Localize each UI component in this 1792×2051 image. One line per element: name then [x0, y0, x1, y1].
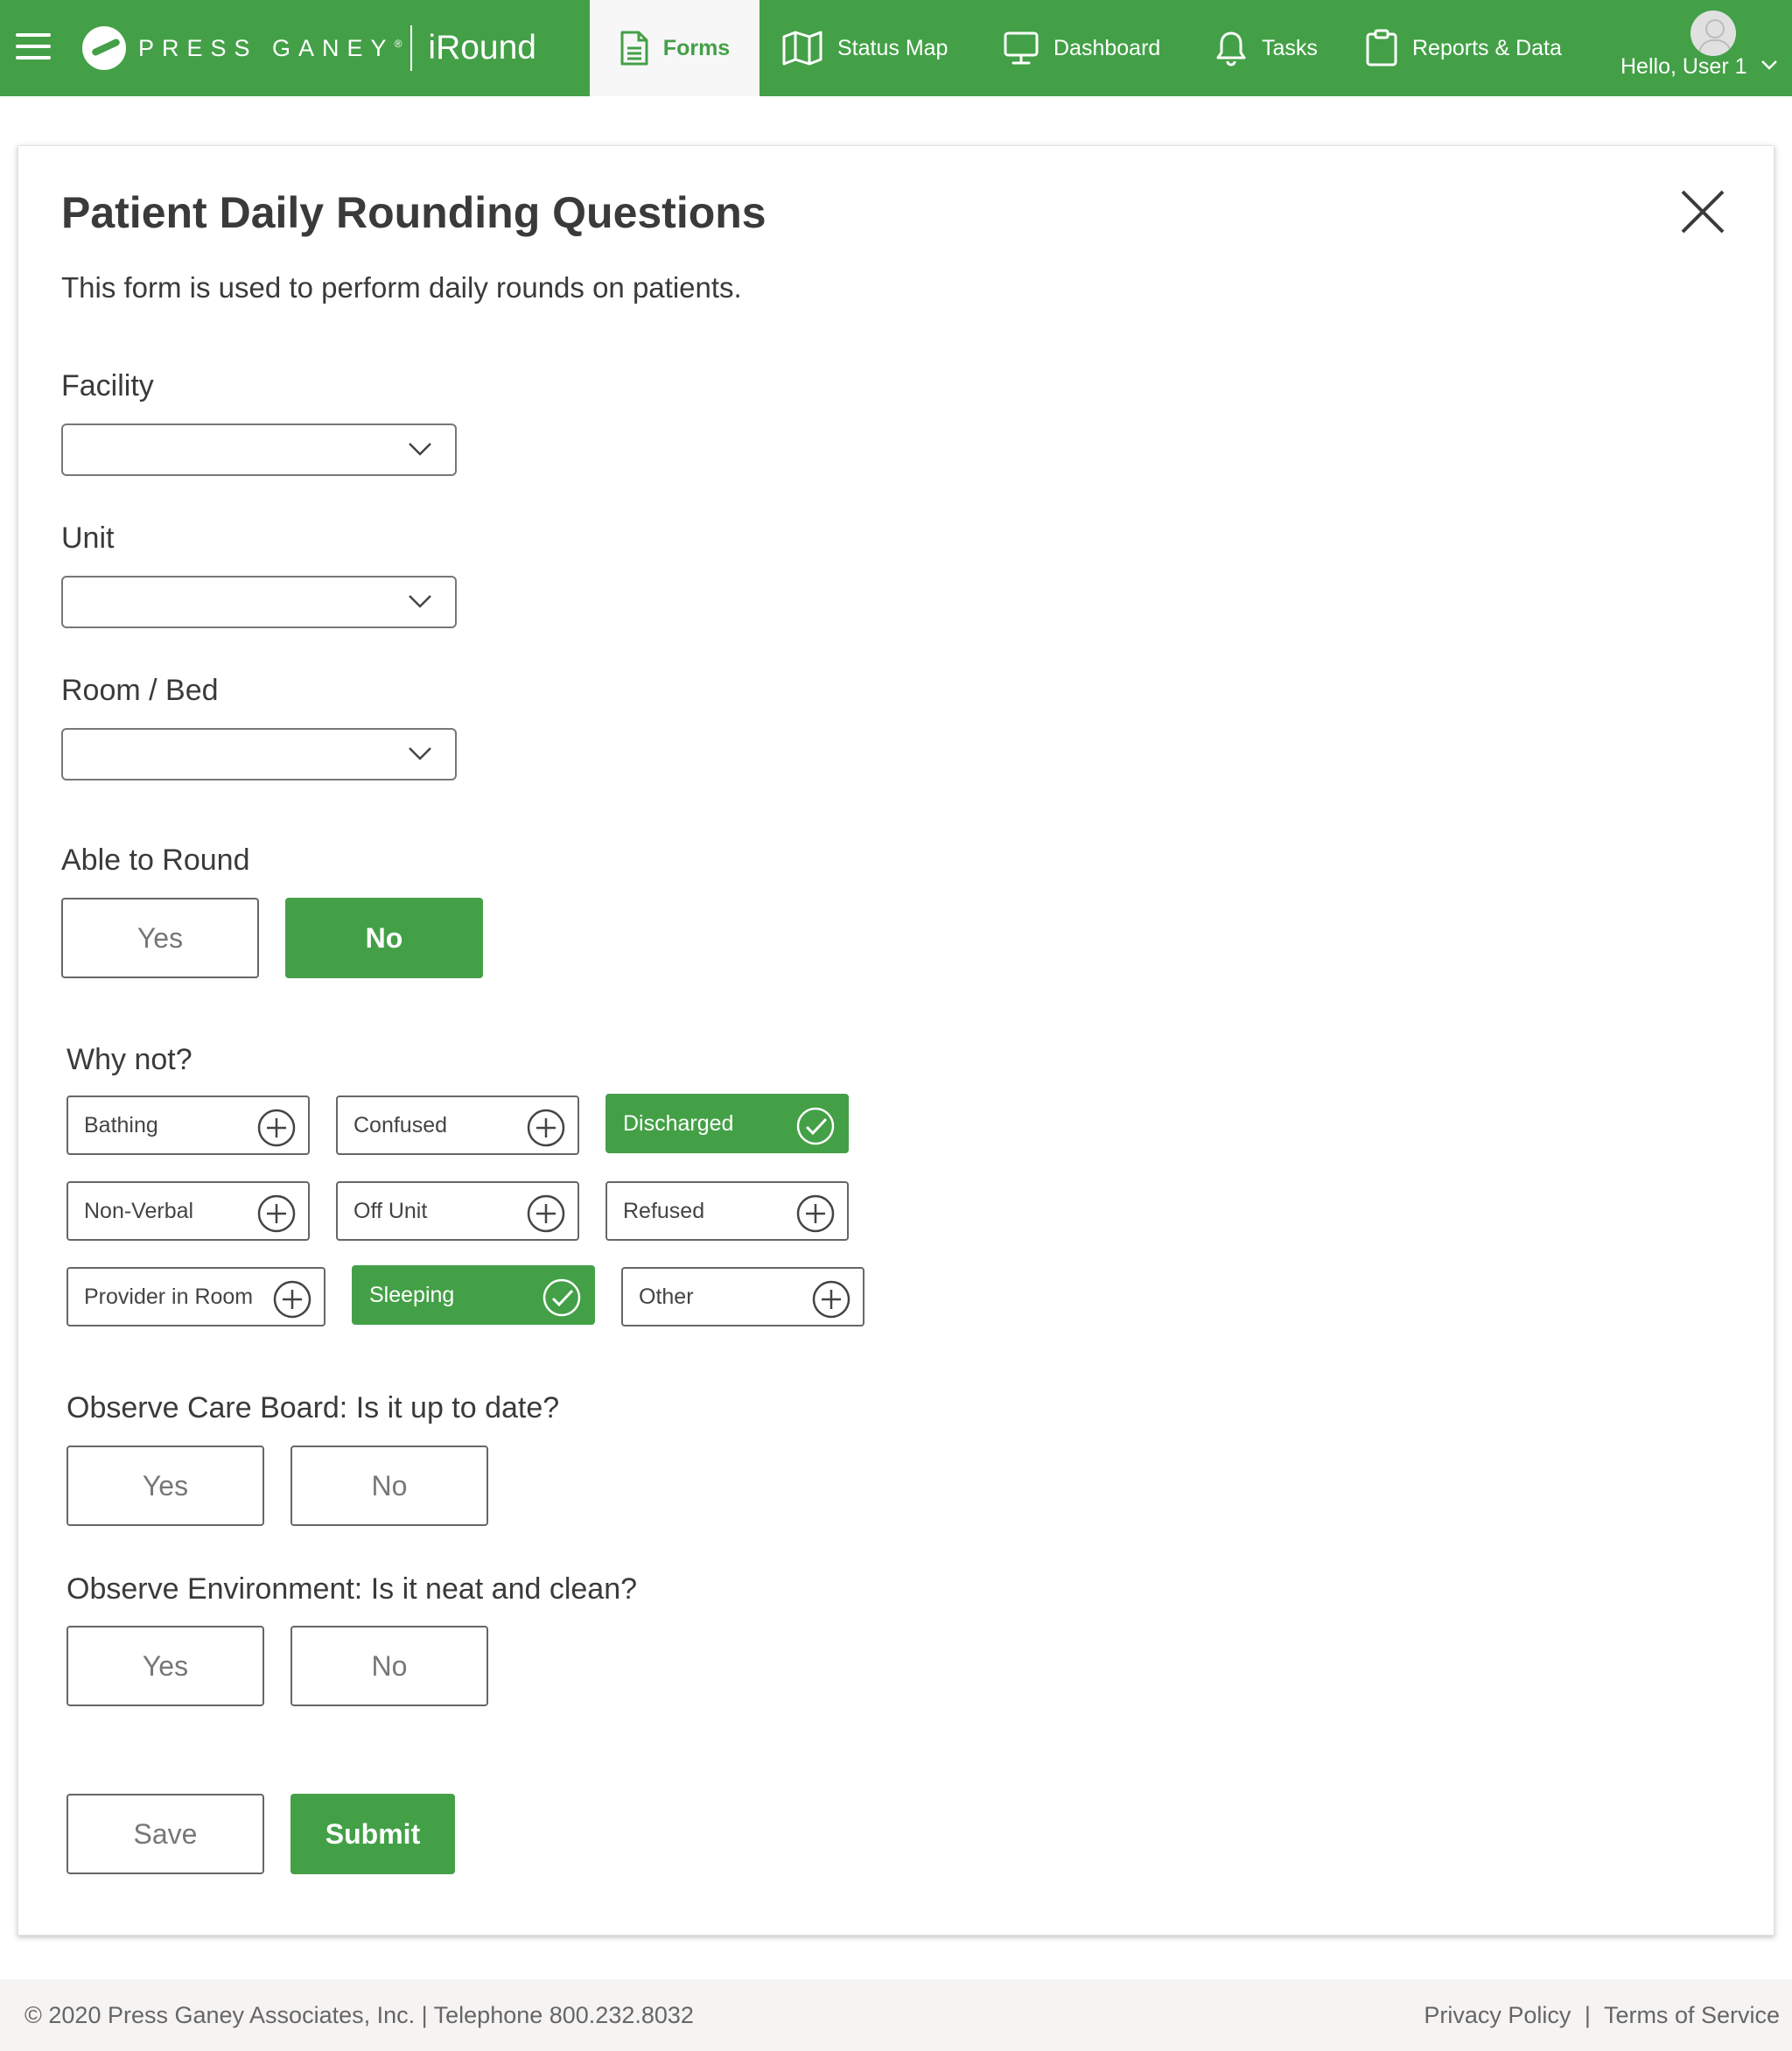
- chevron-down-icon: [409, 595, 431, 608]
- footer: © 2020 Press Ganey Associates, Inc. | Te…: [0, 1979, 1792, 2051]
- clipboard-icon: [1366, 29, 1397, 66]
- terms-of-service-link[interactable]: Terms of Service: [1604, 2002, 1780, 2028]
- add-circle-icon: [527, 1109, 565, 1147]
- close-icon[interactable]: [1680, 189, 1726, 234]
- nav-label: Reports & Data: [1412, 35, 1562, 60]
- nav-tab-dashboard[interactable]: Dashboard: [1003, 0, 1160, 96]
- user-menu[interactable]: Hello, User 1: [1620, 10, 1787, 89]
- unit-select[interactable]: [61, 576, 457, 628]
- user-greeting: Hello, User 1: [1620, 54, 1747, 79]
- nav-tab-tasks[interactable]: Tasks: [1214, 0, 1318, 96]
- room-bed-select[interactable]: [61, 728, 457, 780]
- able-to-round-no-button[interactable]: No: [285, 898, 483, 978]
- copyright-text: © 2020 Press Ganey Associates, Inc. | Te…: [24, 2002, 694, 2028]
- brand-name: PRESS GANEY®: [138, 34, 402, 61]
- chip-label: Discharged: [623, 1110, 734, 1136]
- facility-select[interactable]: [61, 424, 457, 476]
- room-bed-label: Room / Bed: [61, 674, 219, 707]
- logo-divider: [410, 25, 413, 71]
- nav-label: Dashboard: [1054, 35, 1161, 60]
- submit-button[interactable]: Submit: [290, 1794, 455, 1874]
- hamburger-menu-icon[interactable]: [16, 33, 51, 60]
- why-not-label: Why not?: [66, 1043, 192, 1076]
- reason-chip-refused[interactable]: Refused: [606, 1181, 849, 1241]
- press-ganey-mark-icon: [82, 26, 126, 70]
- reason-chip-off-unit[interactable]: Off Unit: [336, 1181, 579, 1241]
- footer-links: Privacy Policy | Terms of Service: [1424, 2002, 1780, 2029]
- footer-separator: |: [1584, 2002, 1591, 2028]
- chip-label: Bathing: [84, 1112, 158, 1138]
- chip-label: Refused: [623, 1198, 705, 1223]
- care-board-no-button[interactable]: No: [290, 1446, 488, 1526]
- unit-label: Unit: [61, 522, 115, 555]
- form-card: [18, 145, 1774, 1936]
- press-ganey-logo[interactable]: PRESS GANEY® iRound: [82, 24, 536, 72]
- add-circle-icon: [812, 1280, 850, 1319]
- reason-chip-discharged[interactable]: Discharged: [606, 1094, 849, 1153]
- nav-label: Status Map: [837, 35, 948, 60]
- care-board-label: Observe Care Board: Is it up to date?: [66, 1391, 560, 1424]
- avatar: [1690, 10, 1736, 56]
- save-button[interactable]: Save: [66, 1794, 264, 1874]
- facility-label: Facility: [61, 369, 154, 402]
- map-icon: [782, 31, 822, 66]
- app-name: iRound: [428, 29, 536, 66]
- reason-chip-bathing[interactable]: Bathing: [66, 1096, 310, 1155]
- chip-label: Other: [639, 1284, 694, 1309]
- add-circle-icon: [257, 1109, 296, 1147]
- add-circle-icon: [257, 1194, 296, 1233]
- add-circle-icon: [527, 1194, 565, 1233]
- nav-tab-status-map[interactable]: Status Map: [781, 0, 948, 96]
- reason-chip-other[interactable]: Other: [621, 1267, 864, 1326]
- reason-chip-non-verbal[interactable]: Non-Verbal: [66, 1181, 310, 1241]
- able-to-round-yes-button[interactable]: Yes: [61, 898, 259, 978]
- able-to-round-label: Able to Round: [61, 844, 250, 877]
- reason-chip-provider-in-room[interactable]: Provider in Room: [66, 1267, 326, 1326]
- bell-icon: [1216, 32, 1246, 66]
- chip-label: Provider in Room: [84, 1284, 254, 1309]
- chip-label: Off Unit: [354, 1198, 428, 1223]
- document-icon: [620, 31, 648, 66]
- top-navigation-bar: PRESS GANEY® iRound Forms Status Map Das…: [0, 0, 1792, 96]
- care-board-yes-button[interactable]: Yes: [66, 1446, 264, 1526]
- monitor-icon: [1004, 32, 1039, 65]
- nav-label: Forms: [662, 35, 731, 60]
- chevron-down-icon: [409, 747, 431, 760]
- nav-label: Tasks: [1262, 35, 1318, 60]
- reason-chip-sleeping[interactable]: Sleeping: [352, 1265, 595, 1325]
- add-circle-icon: [273, 1280, 312, 1319]
- chevron-down-icon: [409, 443, 431, 456]
- chip-label: Sleeping: [369, 1282, 455, 1307]
- chevron-down-icon: [1761, 60, 1777, 70]
- environment-label: Observe Environment: Is it neat and clea…: [66, 1572, 638, 1606]
- environment-yes-button[interactable]: Yes: [66, 1626, 264, 1706]
- environment-no-button[interactable]: No: [290, 1626, 488, 1706]
- chip-label: Non-Verbal: [84, 1198, 194, 1223]
- nav-tab-forms[interactable]: Forms: [590, 0, 760, 96]
- add-circle-icon: [796, 1194, 835, 1233]
- form-title: Patient Daily Rounding Questions: [61, 188, 766, 237]
- privacy-policy-link[interactable]: Privacy Policy: [1424, 2002, 1571, 2028]
- nav-tab-reports-data[interactable]: Reports & Data: [1365, 0, 1562, 96]
- form-description: This form is used to perform daily round…: [61, 271, 742, 304]
- chip-label: Confused: [354, 1112, 448, 1138]
- check-circle-icon: [796, 1107, 835, 1145]
- check-circle-icon: [542, 1278, 581, 1317]
- reason-chip-confused[interactable]: Confused: [336, 1096, 579, 1155]
